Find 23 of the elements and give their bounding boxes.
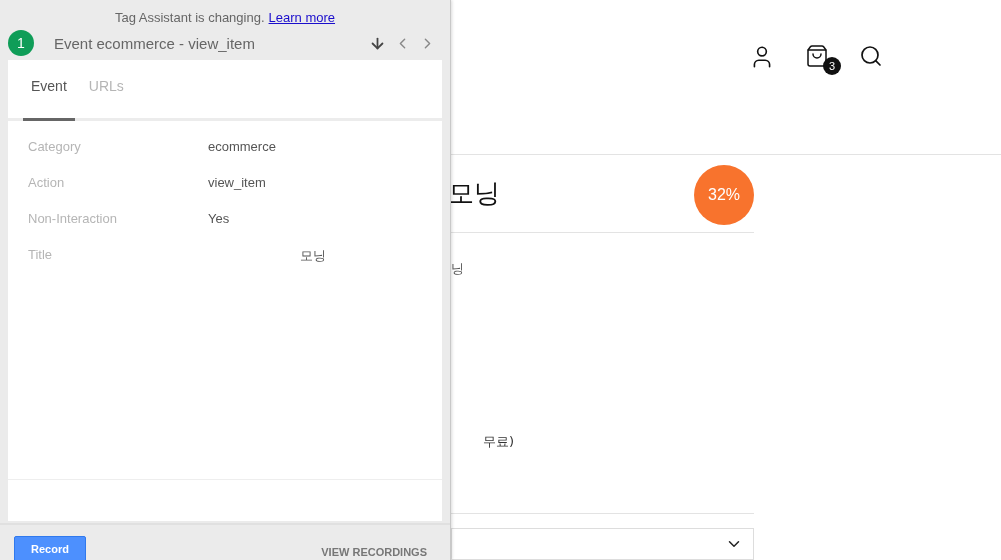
discount-badge: 32% <box>694 164 754 225</box>
field-value: view_item <box>208 175 266 190</box>
field-label: Title <box>28 247 54 262</box>
learn-more-link[interactable]: Learn more <box>268 9 336 25</box>
product-title: 모닝 <box>448 177 500 210</box>
shopping-bag-icon[interactable] <box>805 44 829 68</box>
field-label: Action <box>28 175 66 190</box>
field-label: Non-Interaction <box>28 211 118 226</box>
field-label: Category <box>28 139 82 154</box>
view-recordings-link[interactable]: VIEW RECORDINGS <box>321 546 427 558</box>
field-value: 모닝 <box>300 247 326 265</box>
cart-count-badge: 3 <box>823 57 841 75</box>
record-button[interactable]: Record <box>14 536 86 560</box>
event-title: Event ecommerce - view_item <box>54 34 256 52</box>
event-number-badge: 1 <box>8 30 34 56</box>
field-value: Yes <box>208 211 230 226</box>
product-subtitle: 닝 <box>451 260 465 278</box>
tab[interactable]: URLs <box>80 60 132 121</box>
shipping-text: 무료) <box>483 433 516 451</box>
search-icon[interactable] <box>859 44 883 68</box>
field-value: ecommerce <box>208 139 276 154</box>
tab[interactable]: Event <box>23 60 75 121</box>
notice-text: Tag Assistant is changing. <box>114 9 265 25</box>
